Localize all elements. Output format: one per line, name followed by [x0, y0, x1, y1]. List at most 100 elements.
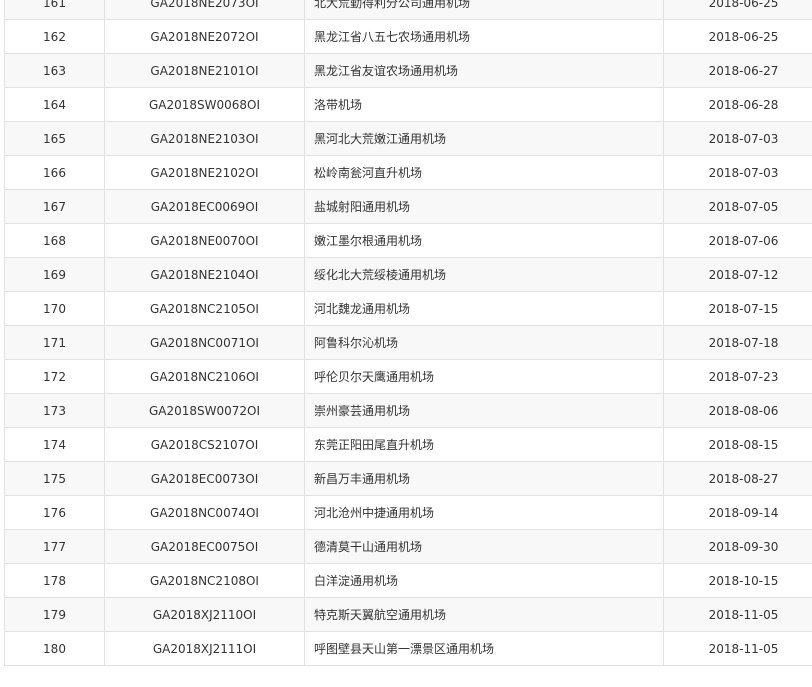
row-number-cell: 174 — [4, 427, 105, 462]
row-number-cell: 173 — [4, 393, 105, 428]
airport-name-cell: 崇州豪芸通用机场 — [304, 393, 664, 428]
airport-name-cell: 新昌万丰通用机场 — [304, 461, 664, 496]
row-number-cell: 168 — [4, 223, 105, 258]
date-cell: 2018-07-06 — [663, 223, 812, 258]
row-number-cell: 180 — [4, 631, 105, 666]
date-cell: 2018-07-05 — [663, 189, 812, 224]
date-cell: 2018-11-05 — [663, 597, 812, 632]
airport-name-cell: 北大荒勤得利分公司通用机场 — [304, 0, 664, 20]
registration-code-cell: GA2018NE2073OI — [104, 0, 305, 20]
airport-name-cell: 东莞正阳田尾直升机场 — [304, 427, 664, 462]
registration-code-cell: GA2018EC0069OI — [104, 189, 305, 224]
date-cell: 2018-07-03 — [663, 121, 812, 156]
registration-code-cell: GA2018NE0070OI — [104, 223, 305, 258]
row-number-cell: 165 — [4, 121, 105, 156]
row-number-cell: 177 — [4, 529, 105, 564]
table-row: 164 GA2018SW0068OI 洛带机场 2018-06-28 — [4, 87, 812, 122]
airport-name-cell: 阿鲁科尔沁机场 — [304, 325, 664, 360]
registration-code-cell: GA2018SW0072OI — [104, 393, 305, 428]
airport-name-cell: 特克斯天翼航空通用机场 — [304, 597, 664, 632]
table-row: 166 GA2018NE2102OI 松岭南瓮河直升机场 2018-07-03 — [4, 155, 812, 190]
date-cell: 2018-07-12 — [663, 257, 812, 292]
date-cell: 2018-07-15 — [663, 291, 812, 326]
airport-name-cell: 德清莫干山通用机场 — [304, 529, 664, 564]
date-cell: 2018-07-03 — [663, 155, 812, 190]
airport-name-cell: 嫩江墨尔根通用机场 — [304, 223, 664, 258]
table-row: 165 GA2018NE2103OI 黑河北大荒嫩江通用机场 2018-07-03 — [4, 121, 812, 156]
airport-name-cell: 呼图壁县天山第一漂景区通用机场 — [304, 631, 664, 666]
table-row: 170 GA2018NC2105OI 河北魏龙通用机场 2018-07-15 — [4, 291, 812, 326]
table-row: 172 GA2018NC2106OI 呼伦贝尔天鹰通用机场 2018-07-23 — [4, 359, 812, 394]
registration-code-cell: GA2018NC0071OI — [104, 325, 305, 360]
row-number-cell: 179 — [4, 597, 105, 632]
row-number-cell: 176 — [4, 495, 105, 530]
row-number-cell: 162 — [4, 19, 105, 54]
airport-name-cell: 洛带机场 — [304, 87, 664, 122]
table-row: 169 GA2018NE2104OI 绥化北大荒绥棱通用机场 2018-07-12 — [4, 257, 812, 292]
registration-code-cell: GA2018NE2103OI — [104, 121, 305, 156]
table-row: 171 GA2018NC0071OI 阿鲁科尔沁机场 2018-07-18 — [4, 325, 812, 360]
registration-code-cell: GA2018NE2072OI — [104, 19, 305, 54]
date-cell: 2018-06-28 — [663, 87, 812, 122]
registration-code-cell: GA2018XJ2110OI — [104, 597, 305, 632]
date-cell: 2018-07-18 — [663, 325, 812, 360]
date-cell: 2018-08-15 — [663, 427, 812, 462]
table-row: 173 GA2018SW0072OI 崇州豪芸通用机场 2018-08-06 — [4, 393, 812, 428]
airport-name-cell: 黑龙江省友谊农场通用机场 — [304, 53, 664, 88]
table-row: 177 GA2018EC0075OI 德清莫干山通用机场 2018-09-30 — [4, 529, 812, 564]
airport-name-cell: 河北沧州中捷通用机场 — [304, 495, 664, 530]
date-cell: 2018-09-30 — [663, 529, 812, 564]
date-cell: 2018-06-25 — [663, 19, 812, 54]
airport-name-cell: 黑龙江省八五七农场通用机场 — [304, 19, 664, 54]
airport-name-cell: 呼伦贝尔天鹰通用机场 — [304, 359, 664, 394]
date-cell: 2018-08-27 — [663, 461, 812, 496]
table-row: 163 GA2018NE2101OI 黑龙江省友谊农场通用机场 2018-06-27 — [4, 53, 812, 88]
row-number-cell: 166 — [4, 155, 105, 190]
table-row: 180 GA2018XJ2111OI 呼图壁县天山第一漂景区通用机场 2018-11-… — [4, 631, 812, 666]
row-number-cell: 164 — [4, 87, 105, 122]
date-cell: 2018-11-05 — [663, 631, 812, 666]
registration-code-cell: GA2018NC2105OI — [104, 291, 305, 326]
row-number-cell: 161 — [4, 0, 105, 20]
registration-code-cell: GA2018XJ2111OI — [104, 631, 305, 666]
table-row: 176 GA2018NC0074OI 河北沧州中捷通用机场 2018-09-14 — [4, 495, 812, 530]
date-cell: 2018-08-06 — [663, 393, 812, 428]
airport-name-cell: 河北魏龙通用机场 — [304, 291, 664, 326]
airport-name-cell: 盐城射阳通用机场 — [304, 189, 664, 224]
row-number-cell: 169 — [4, 257, 105, 292]
row-number-cell: 163 — [4, 53, 105, 88]
row-number-cell: 175 — [4, 461, 105, 496]
date-cell: 2018-06-27 — [663, 53, 812, 88]
airport-name-cell: 绥化北大荒绥棱通用机场 — [304, 257, 664, 292]
registration-code-cell: GA2018NE2101OI — [104, 53, 305, 88]
registration-code-cell: GA2018SW0068OI — [104, 87, 305, 122]
registration-code-cell: GA2018EC0073OI — [104, 461, 305, 496]
date-cell: 2018-06-25 — [663, 0, 812, 20]
date-cell: 2018-09-14 — [663, 495, 812, 530]
row-number-cell: 171 — [4, 325, 105, 360]
row-number-cell: 167 — [4, 189, 105, 224]
airport-name-cell: 黑河北大荒嫩江通用机场 — [304, 121, 664, 156]
registration-code-cell: GA2018CS2107OI — [104, 427, 305, 462]
table-row: 167 GA2018EC0069OI 盐城射阳通用机场 2018-07-05 — [4, 189, 812, 224]
row-number-cell: 172 — [4, 359, 105, 394]
airport-table-container: 161 GA2018NE2073OI 北大荒勤得利分公司通用机场 2018-06-25… — [0, 0, 812, 687]
table-row: 161 GA2018NE2073OI 北大荒勤得利分公司通用机场 2018-06-25 — [4, 0, 812, 20]
airport-table-body: 161 GA2018NE2073OI 北大荒勤得利分公司通用机场 2018-06-25… — [4, 0, 812, 666]
registration-code-cell: GA2018NE2102OI — [104, 155, 305, 190]
row-number-cell: 170 — [4, 291, 105, 326]
registration-code-cell: GA2018NC2106OI — [104, 359, 305, 394]
registration-code-cell: GA2018NC2108OI — [104, 563, 305, 598]
table-row: 179 GA2018XJ2110OI 特克斯天翼航空通用机场 2018-11-05 — [4, 597, 812, 632]
date-cell: 2018-07-23 — [663, 359, 812, 394]
table-row: 162 GA2018NE2072OI 黑龙江省八五七农场通用机场 2018-06-25 — [4, 19, 812, 54]
airport-name-cell: 松岭南瓮河直升机场 — [304, 155, 664, 190]
airport-name-cell: 白洋淀通用机场 — [304, 563, 664, 598]
row-number-cell: 178 — [4, 563, 105, 598]
registration-code-cell: GA2018NE2104OI — [104, 257, 305, 292]
table-row: 175 GA2018EC0073OI 新昌万丰通用机场 2018-08-27 — [4, 461, 812, 496]
registration-code-cell: GA2018EC0075OI — [104, 529, 305, 564]
table-row: 174 GA2018CS2107OI 东莞正阳田尾直升机场 2018-08-15 — [4, 427, 812, 462]
date-cell: 2018-10-15 — [663, 563, 812, 598]
table-row: 178 GA2018NC2108OI 白洋淀通用机场 2018-10-15 — [4, 563, 812, 598]
